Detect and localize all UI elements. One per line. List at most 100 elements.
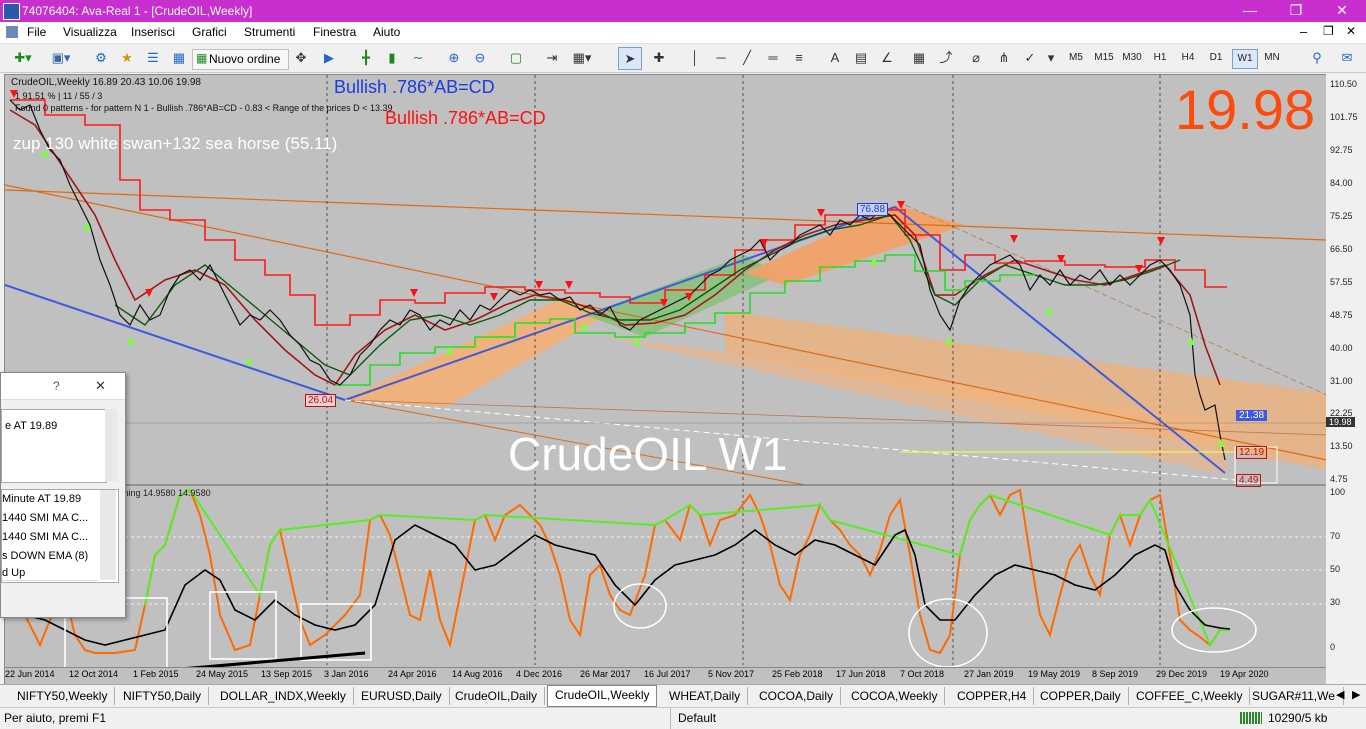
tab-cocoa-weekly[interactable]: COCOA,Weekly (844, 687, 946, 705)
tab-eurusd-daily[interactable]: EURUSD,Daily (354, 687, 450, 705)
bar-chart-icon[interactable]: ╋ (355, 47, 377, 68)
menu-grafici[interactable]: Grafici (192, 25, 227, 39)
dialog-scrollbar[interactable] (105, 409, 117, 481)
timeframe-w1[interactable]: W1 (1232, 49, 1258, 69)
menu-finestra[interactable]: Finestra (313, 25, 356, 39)
new-order-button[interactable]: ▦ Nuovo ordine (192, 49, 289, 70)
channel-icon[interactable]: ═ (762, 47, 784, 68)
price-axis: 110.50 101.75 92.75 84.00 75.25 66.50 57… (1326, 74, 1366, 684)
fibo-icon[interactable]: ≡ (788, 47, 810, 68)
horizontal-line-icon[interactable]: ─ (710, 47, 732, 68)
tab-crudeoil-weekly[interactable]: CrudeOIL,Weekly (547, 685, 658, 707)
search-icon[interactable]: ⚲ (1306, 47, 1328, 68)
zoom-out-icon[interactable]: ⊖ (469, 47, 491, 68)
menu-visualizza[interactable]: Visualizza (63, 25, 117, 39)
tab-scroll-left-icon[interactable]: ◀ (1336, 688, 1344, 701)
market-watch-icon[interactable]: ⚙ (90, 47, 112, 68)
tile-windows-icon[interactable]: ▢ (505, 47, 527, 68)
restore-button[interactable]: ❐ (1273, 0, 1319, 22)
menu-inserisci[interactable]: Inserisci (131, 25, 175, 39)
timeframe-m30[interactable]: M30 (1120, 49, 1144, 67)
candlestick-icon[interactable]: ▮ (381, 47, 403, 68)
new-order-icon: ▦ (196, 51, 208, 65)
list-scrollbar[interactable] (100, 490, 116, 580)
status-bar: Per aiuto, premi F1 Default 10290/5 kb (0, 707, 1366, 729)
more-tools-icon[interactable]: ▾ (1040, 47, 1062, 68)
app-icon (3, 3, 20, 20)
chart-header: CrudeOIL,Weekly 16.89 20.43 10.06 19.98 (11, 77, 201, 88)
data-window-icon[interactable]: ☰ (142, 47, 164, 68)
tab-nifty50-weekly[interactable]: NIFTY50,Weekly (10, 687, 116, 705)
status-profile: Default (678, 711, 717, 725)
tab-dollar-indx-weekly[interactable]: DOLLAR_INDX,Weekly (213, 687, 354, 705)
timeframe-h1[interactable]: H1 (1148, 49, 1172, 67)
tab-cocoa-daily[interactable]: COCOA,Daily (752, 687, 842, 705)
minimize-button[interactable]: — (1227, 0, 1273, 22)
crosshair-tool-icon[interactable]: ✚ (648, 47, 670, 68)
zoom-in-icon[interactable]: ⊕ (443, 47, 465, 68)
vertical-line-icon[interactable]: │ (684, 47, 706, 68)
close-window-button[interactable]: ✕ (1319, 0, 1365, 22)
tab-coffee-c-weekly[interactable]: COFFEE_C,Weekly (1129, 687, 1251, 705)
text-tool-icon[interactable]: A (824, 47, 846, 68)
expert-advisors-icon[interactable]: ▶ (318, 47, 340, 68)
new-chart-icon[interactable]: ✚▾ (6, 47, 40, 68)
dialog-textbox[interactable]: e AT 19.89 (1, 409, 107, 483)
level-label-449: 4.49 (1236, 474, 1262, 487)
help-button[interactable]: ? (53, 379, 60, 393)
list-item[interactable]: 1440 SMI MA C... (2, 509, 98, 529)
menu-aiuto[interactable]: Aiuto (373, 25, 400, 39)
current-price-tag: 19.98 (1326, 417, 1355, 427)
fibo-fan-icon[interactable]: ⌀ (965, 47, 987, 68)
dialog-titlebar[interactable]: ? ✕ (1, 373, 125, 400)
chat-icon[interactable]: ✉ (1336, 47, 1358, 68)
list-item[interactable]: d Up (2, 566, 98, 581)
templates-icon[interactable]: ▦▾ (567, 47, 597, 68)
tab-copper-daily[interactable]: COPPER,Daily (1033, 687, 1129, 705)
trendline-icon[interactable]: ╱ (736, 47, 758, 68)
date-axis: 22 Jun 2014 12 Oct 2014 1 Feb 2015 24 Ma… (5, 667, 1327, 684)
timeframe-m5[interactable]: M5 (1064, 49, 1088, 67)
list-item[interactable]: 1440 SMI MA C... (2, 528, 98, 548)
menu-strumenti[interactable]: Strumenti (244, 25, 295, 39)
menu-file[interactable]: File (27, 25, 46, 39)
tab-nifty50-daily[interactable]: NIFTY50,Daily (116, 687, 210, 705)
tab-scroll-right-icon[interactable]: ▶ (1352, 688, 1360, 701)
terminal-icon[interactable]: ▦ (168, 47, 190, 68)
eraser-icon[interactable]: ✓ (1019, 47, 1041, 68)
mdi-restore-button[interactable]: ❐ (1323, 24, 1334, 38)
alerts-dialog[interactable]: ? ✕ e AT 19.89 Minute AT 19.89 1440 SMI … (0, 372, 126, 618)
mdi-minimize-button[interactable]: – (1300, 24, 1307, 39)
mdi-close-button[interactable]: ✕ (1346, 24, 1356, 38)
level-label-2138: 21.38 (1236, 410, 1268, 421)
tab-copper-h4[interactable]: COPPER,H4 (950, 687, 1035, 705)
timeframe-mn[interactable]: MN (1260, 49, 1284, 67)
chart-watermark: CrudeOIL W1 (508, 428, 788, 480)
child-window-icon[interactable] (6, 26, 18, 38)
shapes-icon[interactable]: ▦ (908, 47, 930, 68)
list-item[interactable]: Minute AT 19.89 (2, 490, 98, 510)
chart-window[interactable]: CrudeOIL,Weekly 16.89 20.43 10.06 19.98 … (4, 74, 1328, 686)
tab-sugar11-weekly[interactable]: SUGAR#11,We (1245, 687, 1344, 705)
navigator-icon[interactable]: ★ (116, 47, 138, 68)
arrows-icon[interactable]: ⤴ (935, 47, 957, 68)
line-chart-icon[interactable]: ∼ (407, 47, 429, 68)
crosshair-icon[interactable]: ✥ (290, 47, 312, 68)
cursor-icon[interactable]: ➤ (618, 47, 642, 70)
pitchfork-icon[interactable]: ⋔ (993, 47, 1015, 68)
timeframe-h4[interactable]: H4 (1176, 49, 1200, 67)
timeframe-d1[interactable]: D1 (1204, 49, 1228, 67)
status-help: Per aiuto, premi F1 (4, 711, 107, 725)
auto-scroll-icon[interactable]: ⇥ (541, 47, 563, 68)
dialog-close-button[interactable]: ✕ (95, 378, 106, 394)
timeframe-m15[interactable]: M15 (1092, 49, 1116, 67)
pattern-scan-line: Found 0 patterns - for pattern N 1 - Bul… (15, 103, 393, 113)
dialog-list[interactable]: Minute AT 19.89 1440 SMI MA C... 1440 SM… (1, 489, 119, 583)
tab-crudeoil-daily[interactable]: CrudeOIL,Daily (448, 687, 546, 705)
profiles-icon[interactable]: ▣▾ (46, 47, 76, 68)
tab-wheat-daily[interactable]: WHEAT,Daily (662, 687, 749, 705)
text-label-icon[interactable]: ▤ (850, 47, 872, 68)
list-item[interactable]: s DOWN EMA (8) (2, 547, 98, 567)
trendline-descending (5, 184, 1327, 461)
gann-icon[interactable]: ∠ (876, 47, 898, 68)
